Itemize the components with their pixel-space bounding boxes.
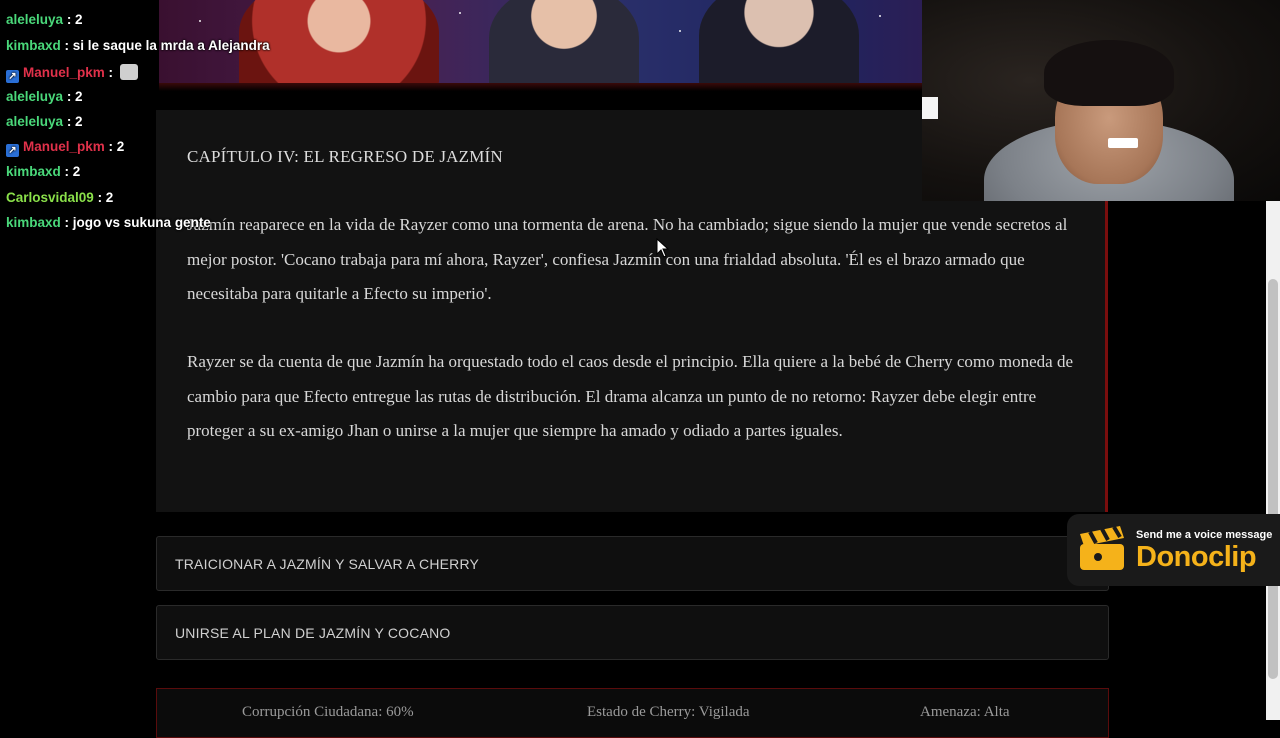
chat-text: : 2 xyxy=(66,89,83,104)
chat-text: : jogo vs sukuna gente xyxy=(64,215,211,230)
chat-username: kimbaxd xyxy=(6,38,61,53)
chat-username: kimbaxd xyxy=(6,164,61,179)
status-bar: Corrupción Ciudadana: 60% Estado de Cher… xyxy=(156,688,1109,738)
chat-text: : 2 xyxy=(66,114,83,129)
chat-message: ↗ Manuel_pkm : 2 xyxy=(6,139,124,157)
page-scrollbar[interactable] xyxy=(1266,201,1280,720)
webcam-feed xyxy=(922,0,1280,201)
chat-username: Carlosvidal09 xyxy=(6,190,94,205)
chat-username: aleleluya xyxy=(6,12,64,27)
chat-text: : 2 xyxy=(108,139,125,154)
cat-emote-icon xyxy=(119,64,138,80)
scrollbar-thumb[interactable] xyxy=(1268,279,1278,679)
choice-button-betray-jazmin[interactable]: TRAICIONAR A JAZMÍN Y SALVAR A CHERRY xyxy=(156,536,1109,591)
chat-username: Manuel_pkm xyxy=(23,65,105,80)
chapter-title: CAPÍTULO IV: EL REGRESO DE JAZMÍN xyxy=(187,147,503,166)
clapperboard-icon xyxy=(1080,525,1124,570)
chat-message: Carlosvidal09 : 2 xyxy=(6,190,113,205)
chat-message: aleleluya : 2 xyxy=(6,89,83,104)
donoclip-brand: Donoclip xyxy=(1136,541,1257,573)
status-cherry: Estado de Cherry: Vigilada xyxy=(587,704,750,720)
chat-text: : si le saque la mrda a Alejandra xyxy=(64,38,270,53)
prime-badge-icon: ↗ xyxy=(6,70,19,83)
donoclip-widget[interactable]: Send me a voice message Donoclip xyxy=(1067,514,1280,586)
chat-username: kimbaxd xyxy=(6,215,61,230)
donoclip-cta: Send me a voice message xyxy=(1136,529,1273,541)
chat-message: ↗ Manuel_pkm : xyxy=(6,64,138,83)
banner-character-middle xyxy=(489,0,639,83)
chat-username: aleleluya xyxy=(6,114,64,129)
chat-message: kimbaxd : si le saque la mrda a Alejandr… xyxy=(6,38,270,53)
chat-text: : xyxy=(108,65,114,80)
story-paragraph: Jazmín reaparece en la vida de Rayzer co… xyxy=(187,215,1068,303)
chat-username: Manuel_pkm xyxy=(23,139,105,154)
banner-divider xyxy=(159,83,922,91)
chat-message: aleleluya : 2 xyxy=(6,114,83,129)
chat-text: : 2 xyxy=(97,190,114,205)
mouse-cursor-icon xyxy=(656,238,670,258)
story-paragraph: Rayzer se da cuenta de que Jazmín ha orq… xyxy=(187,352,1074,440)
status-corruption: Corrupción Ciudadana: 60% xyxy=(242,704,414,720)
chat-message: aleleluya : 2 xyxy=(6,12,83,27)
chat-username: aleleluya xyxy=(6,89,64,104)
streamer-mouth xyxy=(1108,138,1138,148)
chat-message: kimbaxd : 2 xyxy=(6,164,80,179)
chat-message: kimbaxd : jogo vs sukuna gente xyxy=(6,215,211,230)
streamer-hair xyxy=(1044,40,1174,106)
banner-character-right xyxy=(699,0,859,83)
chat-text: : 2 xyxy=(66,12,83,27)
prime-badge-icon: ↗ xyxy=(6,144,19,157)
choice-button-join-jazmin[interactable]: UNIRSE AL PLAN DE JAZMÍN Y COCANO xyxy=(156,605,1109,660)
story-banner-image xyxy=(159,0,922,83)
chat-text: : 2 xyxy=(64,164,81,179)
room-light xyxy=(922,97,938,119)
status-threat: Amenaza: Alta xyxy=(920,704,1010,720)
